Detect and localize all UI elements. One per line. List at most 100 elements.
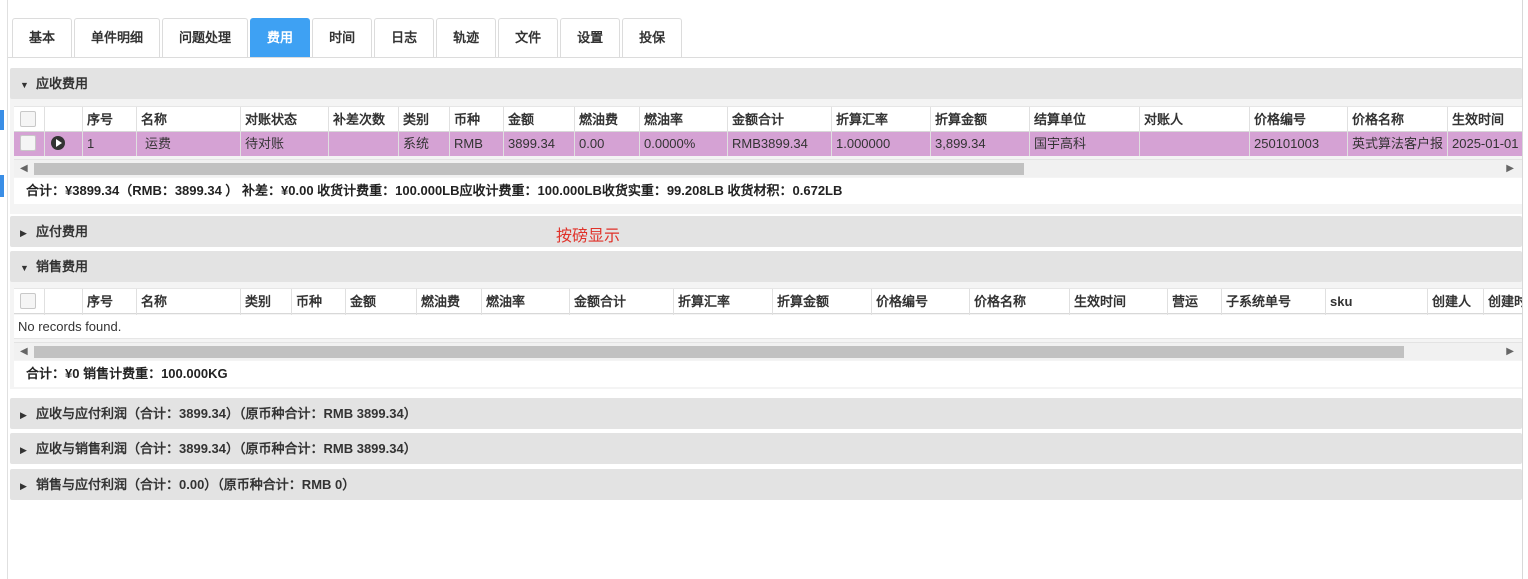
cell-reconciler	[1140, 132, 1250, 156]
caret-right-icon: ▶	[20, 410, 27, 420]
column-header[interactable]: 价格编号	[1250, 107, 1348, 133]
profit-receivable-payable-header[interactable]: ▶ 应收与应付利润（合计：3899.34）（原币种合计：RMB 3899.34）	[10, 398, 1522, 429]
select-all-checkbox[interactable]	[14, 289, 45, 315]
cell-converted-amount: 3,899.34	[931, 132, 1030, 156]
grid-header: 序号 名称 对账状态 补差次数 类别 币种 金额 燃油费 燃油率 金额合计 折算…	[14, 106, 1522, 133]
column-header[interactable]: 补差次数	[329, 107, 399, 133]
cell-index: 1	[83, 132, 137, 156]
cell-fuel-fee: 0.00	[575, 132, 640, 156]
select-all-checkbox[interactable]	[14, 107, 45, 133]
column-header[interactable]: 子系统单号	[1222, 289, 1326, 315]
column-header[interactable]: 类别	[399, 107, 450, 133]
tabs-divider	[8, 57, 1522, 58]
scrollbar-thumb[interactable]	[34, 346, 1404, 358]
receivable-panel-header[interactable]: ▼ 应收费用	[10, 68, 1522, 99]
profit-sales-payable-header[interactable]: ▶ 销售与应付利润（合计：0.00）（原币种合计：RMB 0）	[10, 469, 1522, 500]
row-checkbox[interactable]	[14, 132, 45, 156]
profit-receivable-sales-header[interactable]: ▶ 应收与销售利润（合计：3899.34）（原币种合计：RMB 3899.34）	[10, 433, 1522, 464]
column-header[interactable]: sku	[1326, 289, 1428, 315]
cell-rate: 1.000000	[832, 132, 931, 156]
sales-grid: 序号 名称 类别 币种 金额 燃油费 燃油率 金额合计 折算汇率 折算金额 价格…	[14, 288, 1522, 315]
panel-title: 应收费用	[36, 76, 89, 91]
cell-category: 系统	[399, 132, 450, 156]
panel-title: 应付费用	[36, 224, 89, 239]
panel-title: 应收与应付利润（合计：3899.34）（原币种合计：RMB 3899.34）	[36, 406, 417, 421]
column-header[interactable]: 折算汇率	[832, 107, 931, 133]
cell-price-name: 英式算法客户报	[1348, 132, 1448, 156]
cell-currency: RMB	[450, 132, 504, 156]
column-header[interactable]: 燃油率	[482, 289, 570, 315]
tab-track[interactable]: 轨迹	[436, 18, 497, 58]
cell-total: RMB3899.34	[728, 132, 832, 156]
column-header[interactable]: 金额合计	[728, 107, 832, 133]
column-header[interactable]: 生效时间	[1448, 107, 1522, 133]
cell-fuel-rate: 0.0000%	[640, 132, 728, 156]
column-header[interactable]: 金额	[504, 107, 575, 133]
column-header[interactable]: 生效时间	[1070, 289, 1168, 315]
scroll-left-icon[interactable]: ◀	[20, 160, 28, 178]
scrollbar-thumb[interactable]	[34, 163, 1024, 175]
caret-right-icon: ▶	[20, 445, 27, 455]
receivable-horizontal-scrollbar[interactable]: ◀ ▶	[14, 159, 1522, 177]
column-header[interactable]: 燃油费	[575, 107, 640, 133]
tab-insurance[interactable]: 投保	[622, 18, 683, 58]
column-header[interactable]: 价格名称	[970, 289, 1070, 315]
column-header[interactable]: 折算金额	[773, 289, 872, 315]
column-header[interactable]: 创建人	[1428, 289, 1484, 315]
cell-amount: 3899.34	[504, 132, 575, 156]
column-header[interactable]: 名称	[137, 107, 241, 133]
tab-fees[interactable]: 费用	[250, 18, 311, 58]
payable-panel-header[interactable]: ▶ 应付费用	[10, 216, 1522, 247]
scroll-right-icon[interactable]: ▶	[1506, 343, 1514, 361]
panel-title: 销售费用	[36, 259, 89, 274]
caret-right-icon: ▶	[20, 481, 27, 491]
cell-adjust-count	[329, 132, 399, 156]
column-header[interactable]: 金额合计	[570, 289, 674, 315]
column-header[interactable]: 营运	[1168, 289, 1222, 315]
sales-summary: 合计：¥0 销售计费重：100.000KG	[14, 361, 1522, 387]
cell-recon-status: 待对账	[241, 132, 329, 156]
column-header[interactable]: 金额	[346, 289, 417, 315]
column-header[interactable]: 折算金额	[931, 107, 1030, 133]
column-header[interactable]: 折算汇率	[674, 289, 773, 315]
expand-row-icon[interactable]	[45, 132, 83, 156]
column-header[interactable]: 价格名称	[1348, 107, 1448, 133]
table-row[interactable]: 1 运费 待对账 系统 RMB 3899.34 0.00 0.0000% RMB…	[14, 132, 1522, 156]
column-header[interactable]: 对账状态	[241, 107, 329, 133]
tab-log[interactable]: 日志	[374, 18, 435, 58]
scroll-left-icon[interactable]: ◀	[20, 343, 28, 361]
cell-settlement-unit: 国宇高科	[1030, 132, 1140, 156]
right-scrollbar-track[interactable]	[1522, 0, 1528, 579]
tab-bar: 基本 单件明细 问题处理 费用 时间 日志 轨迹 文件 设置 投保	[12, 18, 684, 58]
column-header[interactable]: 币种	[450, 107, 504, 133]
grid-header: 序号 名称 类别 币种 金额 燃油费 燃油率 金额合计 折算汇率 折算金额 价格…	[14, 288, 1522, 315]
cell-price-code: 250101003	[1250, 132, 1348, 156]
column-header[interactable]: 结算单位	[1030, 107, 1140, 133]
column-header[interactable]: 名称	[137, 289, 241, 315]
tab-piece-detail[interactable]: 单件明细	[74, 18, 161, 58]
sales-horizontal-scrollbar[interactable]: ◀ ▶	[14, 342, 1522, 360]
caret-down-icon: ▼	[20, 80, 29, 90]
column-header[interactable]: 对账人	[1140, 107, 1250, 133]
column-header[interactable]: 燃油费	[417, 289, 482, 315]
column-header[interactable]: 燃油率	[640, 107, 728, 133]
column-header[interactable]: 序号	[83, 289, 137, 315]
column-header[interactable]: 类别	[241, 289, 292, 315]
display-by-pound-note: 按磅显示	[556, 228, 621, 245]
tab-basic[interactable]: 基本	[12, 18, 73, 58]
left-frame-edge	[0, 0, 8, 579]
panel-title: 应收与销售利润（合计：3899.34）（原币种合计：RMB 3899.34）	[36, 441, 417, 456]
tab-time[interactable]: 时间	[312, 18, 373, 58]
tab-files[interactable]: 文件	[498, 18, 559, 58]
column-header[interactable]: 创建时	[1484, 289, 1522, 315]
column-header[interactable]: 币种	[292, 289, 346, 315]
tab-issue-handling[interactable]: 问题处理	[162, 18, 249, 58]
left-frame-marker	[0, 175, 4, 197]
scroll-right-icon[interactable]: ▶	[1506, 160, 1514, 178]
sales-panel-header[interactable]: ▼ 销售费用	[10, 251, 1522, 282]
caret-down-icon: ▼	[20, 263, 29, 273]
column-header[interactable]: 序号	[83, 107, 137, 133]
column-header[interactable]: 价格编号	[872, 289, 970, 315]
receivable-grid: 序号 名称 对账状态 补差次数 类别 币种 金额 燃油费 燃油率 金额合计 折算…	[14, 106, 1522, 158]
tab-settings[interactable]: 设置	[560, 18, 621, 58]
